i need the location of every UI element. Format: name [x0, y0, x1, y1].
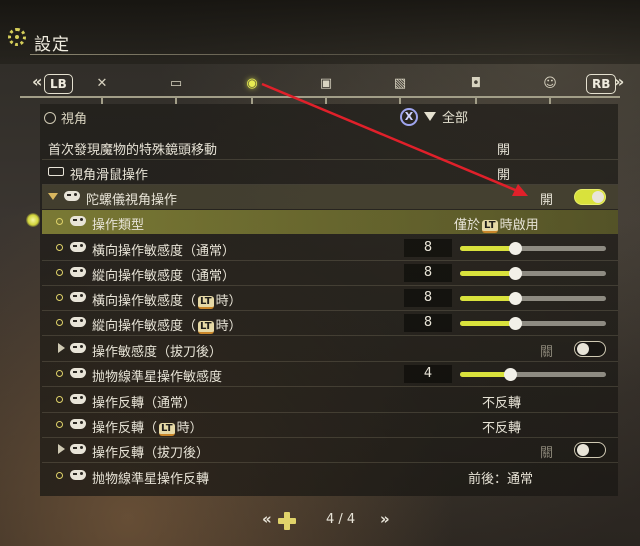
- annotation-arrow-line: [261, 82, 521, 194]
- annotation-arrow: [261, 82, 528, 196]
